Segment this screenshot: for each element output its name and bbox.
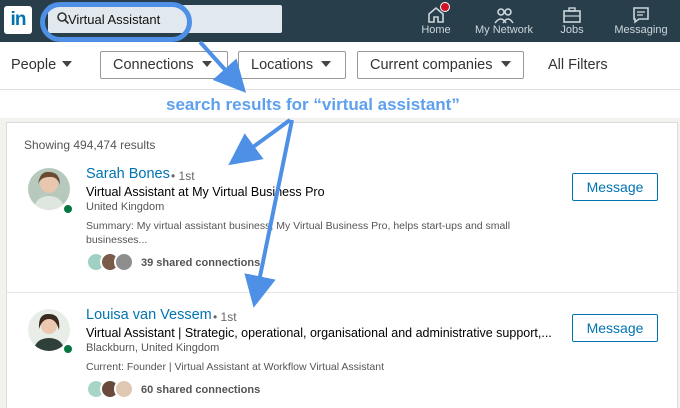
chevron-down-icon — [201, 61, 212, 67]
shared-connection-avatar — [114, 252, 134, 272]
nav-home-label: Home — [421, 24, 451, 36]
summary-line: Summary: My virtual assistant business, … — [86, 220, 511, 232]
annotation-text: search results for “virtual assistant” — [166, 95, 460, 114]
result-location: Blackburn, United Kingdom — [86, 342, 220, 354]
summary-line: Current: Founder | Virtual Assistant at … — [86, 361, 385, 373]
connections-filter[interactable]: Connections — [100, 51, 228, 79]
connection-degree: • 1st — [171, 169, 195, 183]
result-name[interactable]: Louisa van Vessem — [86, 307, 212, 323]
shared-connections[interactable]: 39 shared connections — [141, 257, 260, 269]
briefcase-icon — [563, 7, 581, 23]
connection-degree: • 1st — [213, 310, 237, 324]
result-summary: Summary: My virtual assistant business, … — [86, 219, 510, 247]
current-companies-label: Current companies — [370, 57, 493, 73]
nav-home[interactable]: Home — [414, 0, 458, 42]
result-name[interactable]: Sarah Bones — [86, 166, 170, 182]
notification-badge — [440, 2, 450, 12]
result-location: United Kingdom — [86, 201, 165, 213]
current-companies-filter[interactable]: Current companies — [357, 51, 524, 79]
result-divider — [6, 292, 678, 293]
message-button[interactable]: Message — [572, 314, 658, 342]
nav-jobs-label: Jobs — [560, 24, 584, 36]
message-button[interactable]: Message — [572, 173, 658, 201]
linkedin-logo[interactable]: in — [4, 6, 32, 34]
chevron-down-icon — [500, 61, 511, 67]
result-headline: Virtual Assistant | Strategic, operation… — [86, 326, 552, 340]
online-status-icon — [62, 203, 74, 215]
online-status-icon — [62, 343, 74, 355]
result-headline: Virtual Assistant at My Virtual Business… — [86, 185, 325, 199]
locations-label: Locations — [251, 57, 314, 73]
chevron-down-icon — [321, 61, 332, 67]
people-dropdown[interactable]: People — [11, 57, 73, 73]
shared-connections[interactable]: 60 shared connections — [141, 384, 260, 396]
nav-my-network-label: My Network — [474, 24, 534, 36]
nav-jobs[interactable]: Jobs — [552, 0, 592, 42]
connections-label: Connections — [113, 57, 194, 73]
nav-messaging[interactable]: Messaging — [612, 0, 670, 42]
result-summary: Current: Founder | Virtual Assistant at … — [86, 360, 384, 374]
annotation-oval — [40, 2, 192, 42]
nav-my-network[interactable]: My Network — [472, 0, 536, 42]
filter-bar: People Connections Locations Current com… — [0, 42, 680, 90]
people-label: People — [11, 57, 57, 73]
all-filters-button[interactable]: All Filters — [548, 57, 608, 73]
shared-connection-avatar — [114, 379, 134, 399]
summary-line: businesses... — [86, 234, 148, 246]
network-icon — [494, 8, 514, 24]
nav-messaging-label: Messaging — [614, 24, 668, 36]
results-count: Showing 494,474 results — [24, 138, 156, 152]
messaging-icon — [633, 7, 649, 24]
locations-filter[interactable]: Locations — [238, 51, 346, 79]
chevron-down-icon — [62, 61, 73, 67]
